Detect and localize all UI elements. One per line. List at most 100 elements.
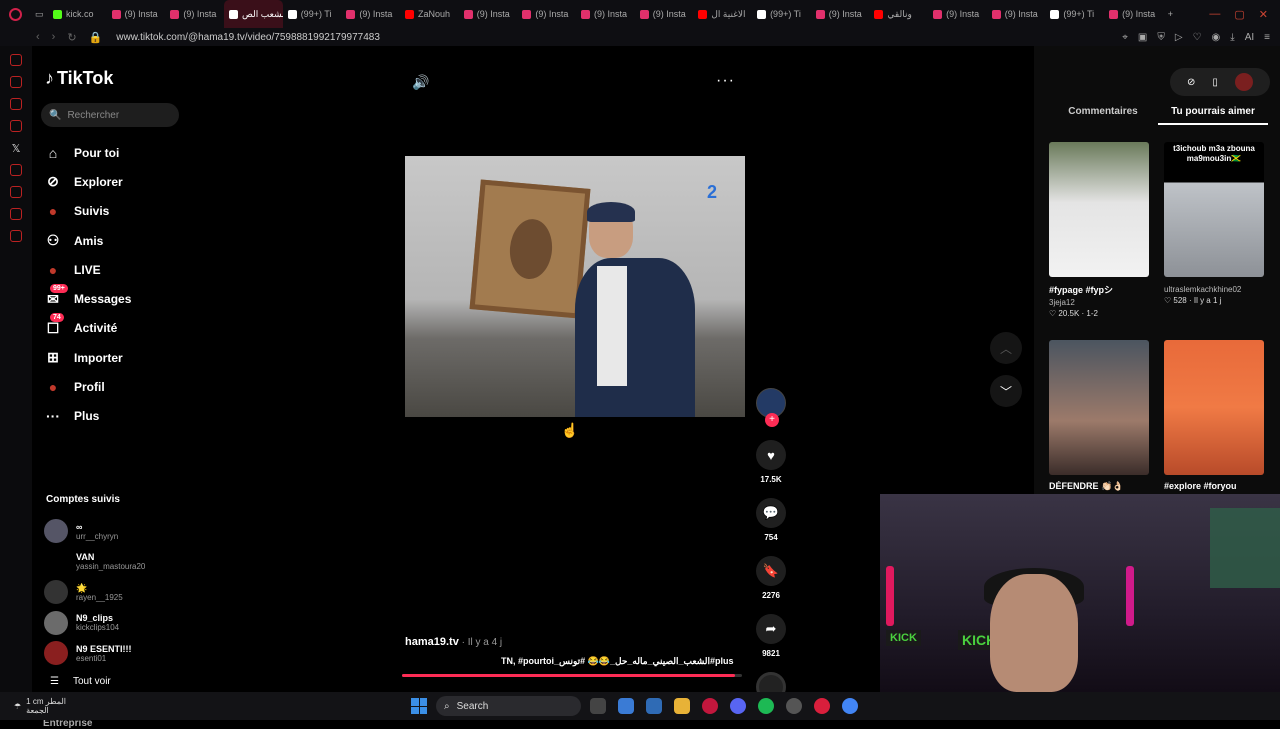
video-thumbnail[interactable]: t3ichoub m3a zbouna ma9mou3in🇯🇲 (1164, 142, 1264, 277)
task-view-icon[interactable] (590, 698, 606, 714)
spotify-icon[interactable] (758, 698, 774, 714)
followed-account[interactable]: ∞ urr__chyryn (44, 516, 194, 547)
followed-account[interactable]: VAN yassin_mastoura20 (44, 547, 194, 578)
card-user[interactable]: 3jeja12 (1049, 298, 1149, 307)
windows-start-icon[interactable] (411, 698, 427, 714)
previous-video-button[interactable]: ︿ (990, 332, 1022, 364)
minimize-icon[interactable]: — (1209, 8, 1220, 21)
panel-tab[interactable]: Tu pourrais aimer (1158, 106, 1268, 125)
comment-button[interactable]: 💬 (756, 498, 786, 528)
share-button[interactable]: ➦ (756, 614, 786, 644)
browser-tab[interactable]: (99+) Ti (1045, 0, 1104, 28)
nav-item[interactable]: ⚇ Amis (44, 226, 184, 255)
nav-item[interactable]: ✉ 99+ Messages (44, 284, 184, 313)
settings-icon[interactable] (10, 230, 22, 242)
chrome-icon[interactable] (842, 698, 858, 714)
browser-tab[interactable]: (9) Insta (517, 0, 576, 28)
video-player[interactable]: 2 (405, 156, 745, 417)
phone-icon[interactable]: ▯ (1212, 77, 1218, 88)
history-icon[interactable] (10, 186, 22, 198)
screenshot-icon[interactable]: ▣ (1138, 32, 1147, 43)
video-author[interactable]: hama19.tv (405, 636, 459, 648)
like-button[interactable]: ♥ (756, 440, 786, 470)
followed-account[interactable]: N9 ESENTI!!! esenti01 (44, 638, 194, 669)
nav-item[interactable]: ● Profil (44, 372, 184, 401)
weather-widget[interactable]: ☂ 1 cm المطر الجمعة (14, 692, 66, 720)
browser-tab[interactable]: (9) Insta (635, 0, 694, 28)
video-card[interactable]: t3ichoub m3a zbouna ma9mou3in🇯🇲 ultraslem… (1164, 142, 1264, 305)
opera-gx-icon[interactable] (702, 698, 718, 714)
reload-icon[interactable]: ↻ (67, 31, 76, 44)
steam-icon[interactable] (786, 698, 802, 714)
video-thumbnail[interactable] (1049, 340, 1149, 475)
video-thumbnail[interactable] (1049, 142, 1149, 277)
taskbar-search[interactable]: ⌕ Search (436, 696, 581, 716)
discord-icon[interactable] (730, 698, 746, 714)
tab-grid-icon[interactable]: ▭ (30, 0, 48, 28)
browser-tab[interactable]: (9) Insta (987, 0, 1046, 28)
close-icon[interactable]: ✕ (1259, 8, 1268, 21)
extensions-icon[interactable] (10, 208, 22, 220)
video-thumbnail[interactable] (1164, 340, 1264, 475)
aria-icon[interactable] (10, 54, 22, 66)
browser-tab[interactable]: (9) Insta (165, 0, 224, 28)
browser-tab[interactable]: (9) Insta (459, 0, 518, 28)
opera-logo-icon[interactable] (0, 0, 30, 28)
follow-plus-icon[interactable]: + (765, 413, 779, 427)
messenger-icon[interactable] (10, 76, 22, 88)
browser-tab[interactable]: (9) Insta (341, 0, 400, 28)
new-tab-button[interactable]: + (1163, 0, 1178, 28)
author-avatar[interactable]: + (756, 388, 786, 427)
download-icon[interactable]: ⤓ (1230, 32, 1234, 43)
browser-tab[interactable]: الشعب الص (224, 0, 283, 28)
ai-button[interactable]: AI (1245, 32, 1254, 43)
video-progress-bar[interactable] (402, 674, 742, 677)
video-card[interactable]: DÉFENDRE 👏🏻👌🏻 (1049, 340, 1149, 492)
shield-icon[interactable]: ⛨ (1157, 32, 1165, 43)
compass-icon[interactable]: ⊘ (1187, 77, 1195, 88)
followed-account[interactable]: N9_clips kickclips104 (44, 608, 194, 639)
nav-item[interactable]: ⊘ Explorer (44, 167, 184, 196)
nav-item[interactable]: ⌂ Pour toi (44, 138, 184, 167)
forward-icon[interactable]: › (52, 31, 56, 44)
followed-account[interactable]: 🌟 rayen__1925 (44, 577, 194, 608)
profile-icon[interactable]: ◉ (1212, 32, 1221, 43)
copilot-icon[interactable] (618, 698, 634, 714)
volume-icon[interactable]: 🔊 (412, 74, 429, 91)
user-avatar[interactable] (1234, 73, 1253, 91)
file-explorer-icon[interactable] (674, 698, 690, 714)
video-card[interactable]: #fypage #fypシ 3jeja12 ♡ 20.5K · 1-2 (1049, 142, 1149, 318)
browser-tab[interactable]: ونالقي (869, 0, 928, 28)
telegram-icon[interactable] (10, 98, 22, 110)
browser-tab[interactable]: (9) Insta (107, 0, 166, 28)
browser-tab[interactable]: (9) Insta (1104, 0, 1163, 28)
save-button[interactable]: 🔖 (756, 556, 786, 586)
maximize-icon[interactable]: ▢ (1234, 8, 1244, 21)
play-icon[interactable]: ▷ (1175, 32, 1183, 43)
video-card[interactable]: #explore #foryou (1164, 340, 1264, 491)
browser-tab[interactable]: (9) Insta (576, 0, 635, 28)
pin-icon[interactable]: ⌖ (1122, 32, 1128, 43)
nav-item[interactable]: ⊞ Importer (44, 343, 184, 372)
menu-icon[interactable]: ≡ (1264, 32, 1270, 43)
nav-item[interactable]: ● LIVE (44, 255, 184, 284)
x-icon[interactable]: 𝕏 (10, 142, 22, 155)
more-options-icon[interactable]: ··· (716, 72, 735, 90)
heart-icon[interactable]: ♡ (1193, 32, 1202, 43)
browser-tab[interactable]: (99+) Ti (283, 0, 342, 28)
card-user[interactable]: ultraslemkachkhine02 (1164, 285, 1264, 294)
twitch-icon[interactable] (10, 120, 22, 132)
adobe-icon[interactable] (814, 698, 830, 714)
store-icon[interactable] (646, 698, 662, 714)
panel-tab[interactable]: Commentaires (1048, 106, 1158, 125)
back-icon[interactable]: ‹ (36, 31, 40, 44)
browser-tab[interactable]: الاغنية ال (693, 0, 752, 28)
browser-tab[interactable]: kick.co (48, 0, 107, 28)
nav-item[interactable]: ☐ 74 Activité (44, 313, 184, 343)
browser-tab[interactable]: (9) Insta (811, 0, 870, 28)
caption-more-button[interactable]: plus (715, 656, 734, 666)
browser-tab[interactable]: (99+) Ti (752, 0, 811, 28)
next-video-button[interactable]: ﹀ (990, 375, 1022, 407)
search-input[interactable]: 🔍 Rechercher (41, 103, 179, 127)
see-all-button[interactable]: ☰ Tout voir (50, 676, 111, 687)
